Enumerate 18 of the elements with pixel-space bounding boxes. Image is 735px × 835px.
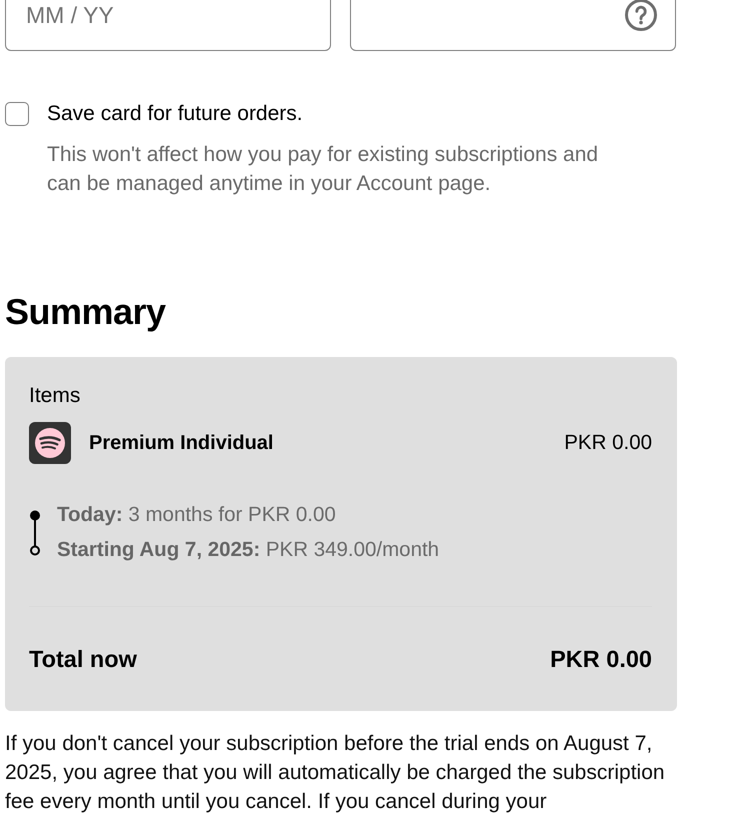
save-card-checkbox[interactable]: [5, 102, 29, 126]
items-label: Items: [29, 384, 82, 408]
security-code-field[interactable]: [350, 0, 676, 51]
help-icon[interactable]: [625, 0, 657, 31]
filled-dot-icon: [30, 510, 40, 520]
save-card-label: Save card for future orders.: [47, 102, 303, 126]
total-label: Total now: [29, 645, 137, 674]
item-price: PKR 0.00: [564, 431, 652, 455]
hollow-dot-icon: [30, 546, 40, 556]
summary-heading: Summary: [5, 292, 167, 332]
billing-step-text: Starting Aug 7, 2025: PKR 349.00/month: [57, 537, 440, 563]
total-amount: PKR 0.00: [550, 645, 652, 674]
billing-step-text: Today: 3 months for PKR 0.00: [57, 502, 337, 528]
expiry-date-field[interactable]: MM / YY: [5, 0, 331, 51]
save-card-note: This won't affect how you pay for existing subscriptions and can be managed anytime in your Account page.: [47, 142, 600, 197]
sound-waves-logo-icon: [29, 422, 71, 464]
terms-paragraph: If you don't cancel your subscription before the trial ends on August 7, 2025, you agree that you will automatically be charged the subscription fee every month until you cancel. If you cancel during your: [5, 731, 666, 815]
item-name: Premium Individual: [89, 432, 274, 454]
